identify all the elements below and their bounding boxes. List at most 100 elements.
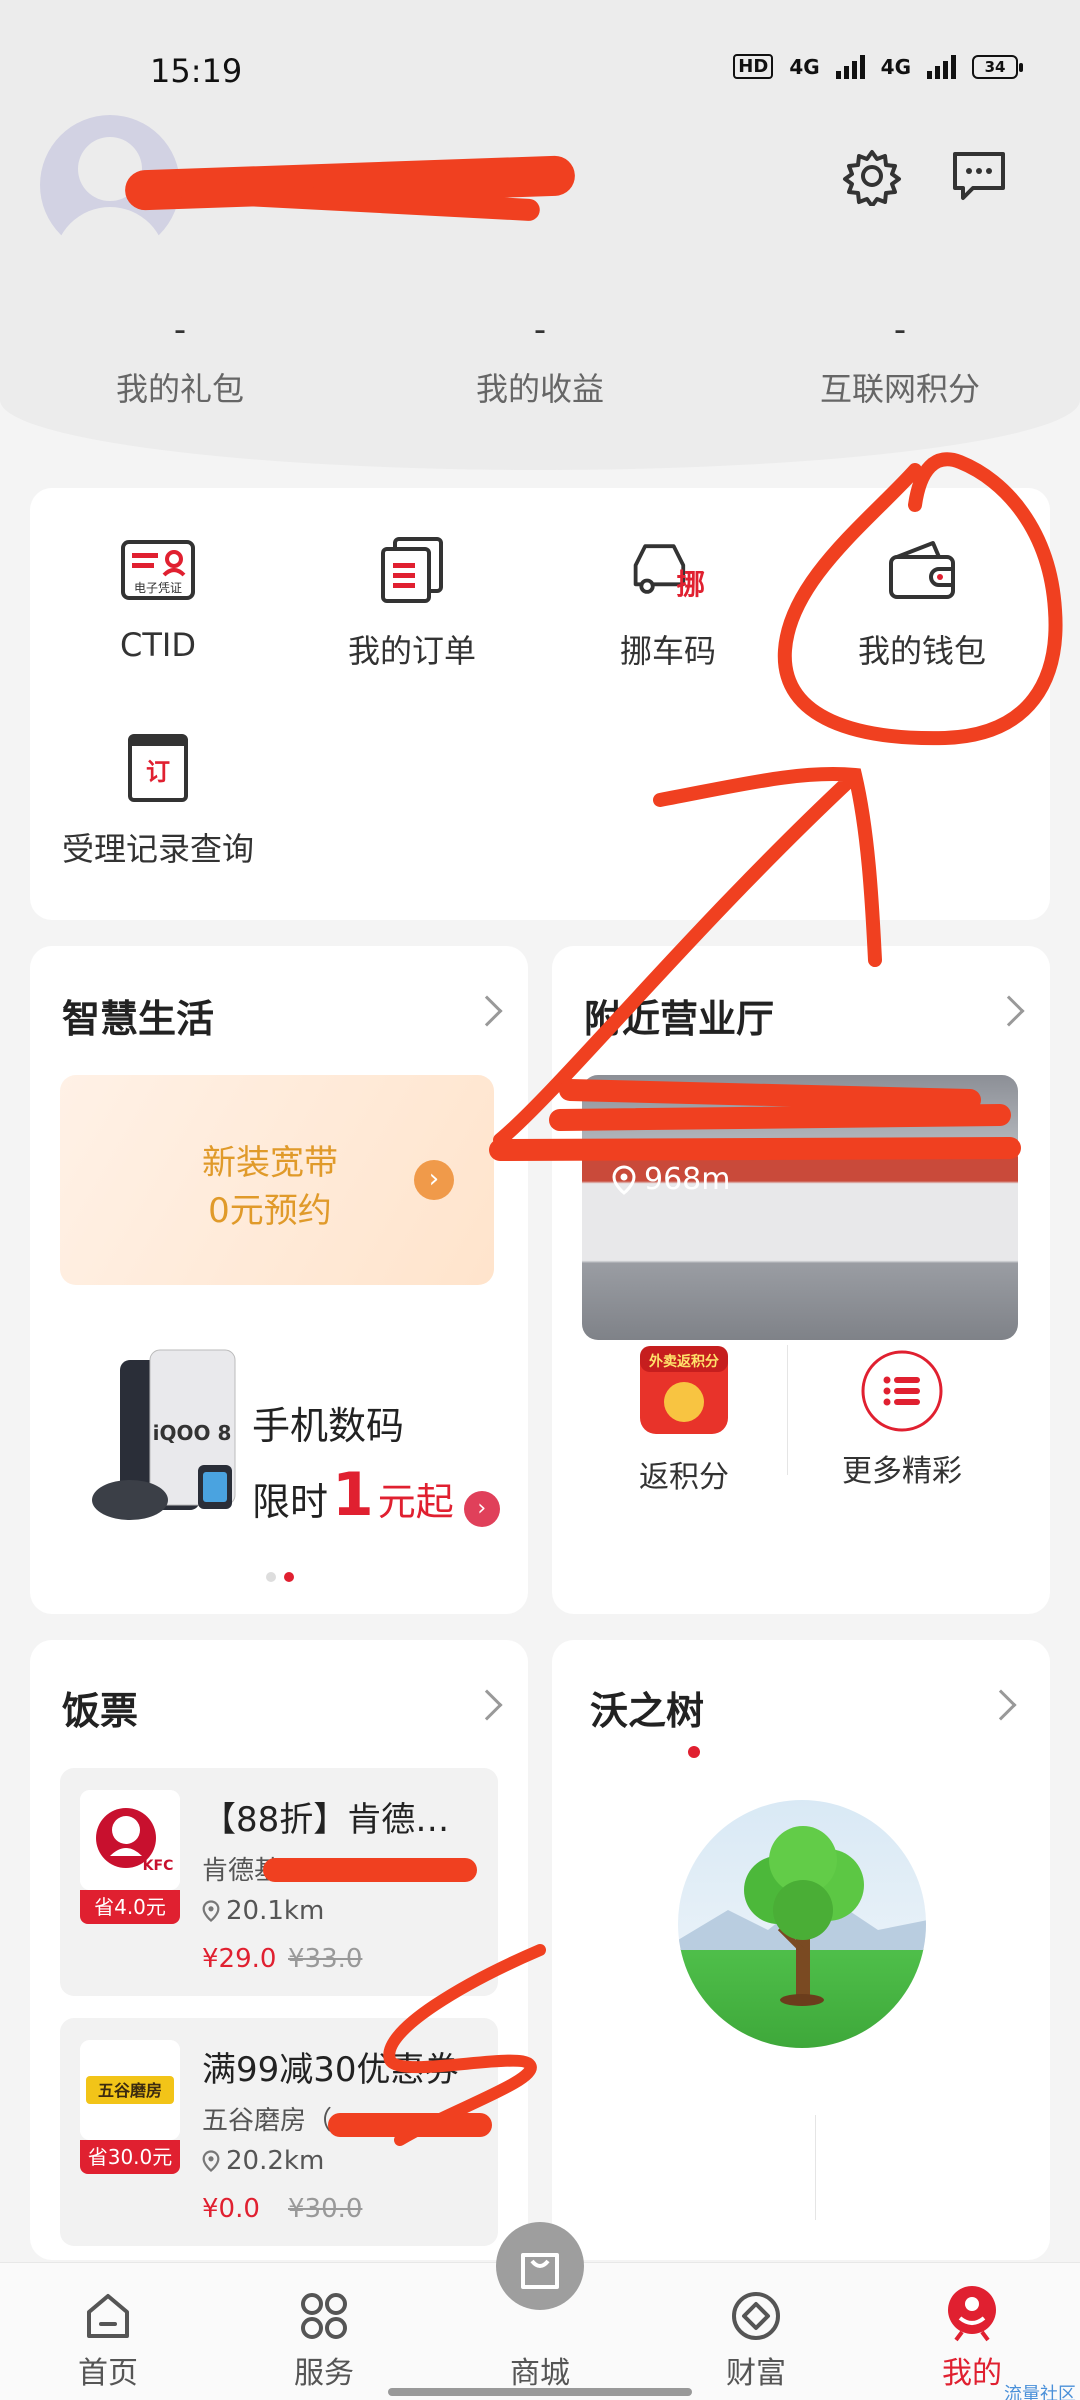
quick-action-ctid[interactable]: 电子凭证 CTID	[38, 530, 278, 664]
stat-value: -	[533, 310, 547, 350]
offer-prefix: 限时	[252, 1480, 329, 1524]
offer-suffix: 元起	[377, 1480, 454, 1524]
coupon-price: ¥29.0	[202, 1944, 277, 1974]
phone-product-image: iQOO 8	[92, 1349, 236, 1520]
meal-tickets-title: 饭票	[62, 1689, 139, 1733]
stat-internet-points[interactable]: - 互联网积分	[720, 310, 1080, 410]
coupon-distance: 20.1km	[202, 1896, 324, 1926]
stat-value: -	[893, 310, 907, 350]
quick-action-label: CTID	[120, 626, 196, 664]
coupon-title: 满99减30优惠券	[202, 2050, 459, 2090]
points-icon: 外卖返积分	[640, 1346, 728, 1434]
svg-text:iQOO 8: iQOO 8	[153, 1421, 232, 1445]
stat-label: 我的礼包	[115, 370, 244, 408]
battery-icon: 34	[972, 54, 1023, 79]
home-indicator[interactable]	[388, 2388, 692, 2396]
quick-action-move-car[interactable]: 挪 挪车码	[548, 530, 788, 672]
wo-tree-image[interactable]	[678, 1800, 926, 2048]
coupon-original-price: ¥33.0	[288, 1944, 363, 1974]
phone-digital-title: 手机数码	[252, 1404, 405, 1448]
coupon-item-kfc[interactable]: KFC 省4.0元 【88折】肯德… 肯德基 20.1km ¥29.0 ¥33.…	[60, 1768, 498, 1996]
quick-action-label: 受理记录查询	[61, 830, 254, 868]
coupon-price: ¥0.0	[202, 2194, 260, 2224]
watermark: 流量社区	[1004, 2384, 1076, 2400]
coupon-title: 【88折】肯德…	[202, 1800, 450, 1840]
quick-action-label: 我的订单	[347, 632, 476, 670]
offer-price: 1	[332, 1460, 374, 1530]
phone-digital-offer: 限时 1 元起 ›	[252, 1460, 500, 1530]
svg-text:外卖返积分: 外卖返积分	[649, 1353, 719, 1370]
save-badge: 省4.0元	[80, 1890, 180, 1924]
tile-more[interactable]: 更多精彩	[792, 1340, 1012, 1490]
location-pin-icon	[612, 1164, 636, 1195]
tile-return-points[interactable]: 外卖返积分 返积分	[574, 1340, 794, 1496]
wallet-icon	[882, 530, 962, 610]
coupon-distance: 20.2km	[202, 2146, 324, 2176]
coupon-item-wugu[interactable]: 五谷磨房 省30.0元 满99减30优惠券 五谷磨房（ 20.2km ¥0.0 …	[60, 2018, 498, 2246]
quick-action-orders[interactable]: 我的订单	[292, 530, 532, 672]
location-pin-icon	[202, 1900, 220, 1922]
tab-profile[interactable]: 我的	[864, 2262, 1080, 2392]
svg-text:五谷磨房: 五谷磨房	[98, 2081, 162, 2100]
store-distance-value: 968m	[644, 1162, 731, 1197]
promo-arrow-icon: ›	[414, 1160, 454, 1200]
list-icon	[861, 1350, 943, 1432]
profile-icon	[864, 2262, 1080, 2342]
wugu-logo: 五谷磨房	[80, 2040, 180, 2140]
signal-1-icon	[835, 54, 865, 79]
home-icon	[0, 2262, 216, 2342]
tab-label: 首页	[78, 2356, 138, 2391]
tab-wealth[interactable]: 财富	[648, 2262, 864, 2392]
wo-tree-title: 沃之树	[590, 1689, 705, 1733]
tab-services[interactable]: 服务	[216, 2262, 432, 2392]
orders-icon	[372, 530, 452, 610]
nearby-hall-title: 附近营业厅	[584, 997, 775, 1041]
coupon-shop: 肯德基	[202, 1856, 281, 1886]
carousel-indicator	[266, 1572, 294, 1582]
tab-home[interactable]: 首页	[0, 2262, 216, 2392]
ctid-card-icon: 电子凭证	[118, 530, 198, 610]
services-icon	[216, 2262, 432, 2342]
stat-value: -	[173, 310, 187, 350]
carousel-dot	[266, 1572, 276, 1582]
kfc-logo: KFC	[80, 1790, 180, 1890]
settings-button[interactable]	[836, 140, 908, 212]
network-type-1: 4G	[789, 54, 820, 79]
status-bar: 15:19 HD 4G 4G 34	[0, 0, 1080, 140]
coupon-distance-value: 20.1km	[226, 1896, 325, 1926]
quick-action-records[interactable]: 订 受理记录查询	[38, 728, 278, 870]
wealth-icon	[648, 2262, 864, 2342]
stat-gift-pack[interactable]: - 我的礼包	[0, 310, 360, 410]
message-icon	[953, 152, 1005, 200]
hd-voice-icon: HD	[733, 54, 774, 79]
smart-life-title: 智慧生活	[62, 997, 215, 1041]
status-time: 15:19	[150, 52, 243, 90]
tab-label: 服务	[294, 2356, 354, 2391]
record-icon: 订	[118, 728, 198, 808]
store-distance: 968m	[612, 1162, 730, 1197]
quick-action-wallet[interactable]: 我的钱包	[802, 530, 1042, 672]
status-icons: HD 4G 4G 34	[733, 54, 1023, 79]
svg-text:电子凭证: 电子凭证	[134, 580, 182, 595]
offer-arrow-icon[interactable]: ›	[463, 1491, 500, 1527]
promo-line-1: 新装宽带	[202, 1143, 338, 1183]
tile-label: 更多精彩	[842, 1454, 962, 1489]
stat-label: 互联网积分	[819, 370, 980, 408]
carousel-dot-active	[284, 1572, 294, 1582]
gear-icon	[843, 150, 901, 206]
tab-label: 财富	[726, 2356, 786, 2391]
location-pin-icon	[202, 2150, 220, 2172]
tree-divider	[815, 2115, 816, 2220]
tab-mall[interactable]: 商城	[432, 2262, 648, 2392]
move-car-icon: 挪	[628, 530, 708, 610]
promo-line-2: 0元预约	[208, 1191, 332, 1231]
messages-button[interactable]	[943, 140, 1015, 212]
broadband-promo-banner[interactable]: 新装宽带 0元预约 ›	[60, 1075, 494, 1285]
coupon-distance-value: 20.2km	[226, 2146, 325, 2176]
svg-text:KFC: KFC	[143, 1858, 174, 1874]
tile-divider	[787, 1345, 788, 1475]
store-photo[interactable]	[582, 1075, 1018, 1340]
stat-earnings[interactable]: - 我的收益	[360, 310, 720, 410]
network-type-2: 4G	[880, 54, 911, 79]
save-badge: 省30.0元	[80, 2140, 180, 2174]
